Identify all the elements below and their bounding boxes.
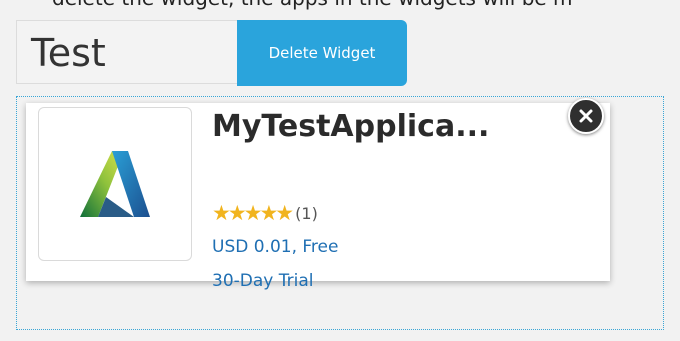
autodesk-logo-icon (80, 151, 150, 217)
rating-count: (1) (295, 204, 318, 223)
app-trial: 30-Day Trial (212, 271, 314, 291)
app-card[interactable]: MyTestApplica... ★★★★★ (1) USD 0.01, Fre… (26, 103, 610, 291)
close-icon (579, 109, 593, 123)
app-price: USD 0.01, Free (212, 237, 339, 257)
app-title[interactable]: MyTestApplica... (212, 109, 489, 144)
app-rating: ★★★★★ (1) (212, 203, 318, 224)
star-rating-icon: ★★★★★ (212, 201, 294, 225)
delete-widget-button[interactable]: Delete Widget (237, 20, 407, 86)
app-logo-box[interactable] (38, 107, 192, 261)
widget-name-field[interactable]: Test (16, 20, 238, 84)
instruction-text: delete the widget, the apps in the widge… (52, 0, 573, 10)
remove-app-button[interactable] (568, 98, 604, 134)
